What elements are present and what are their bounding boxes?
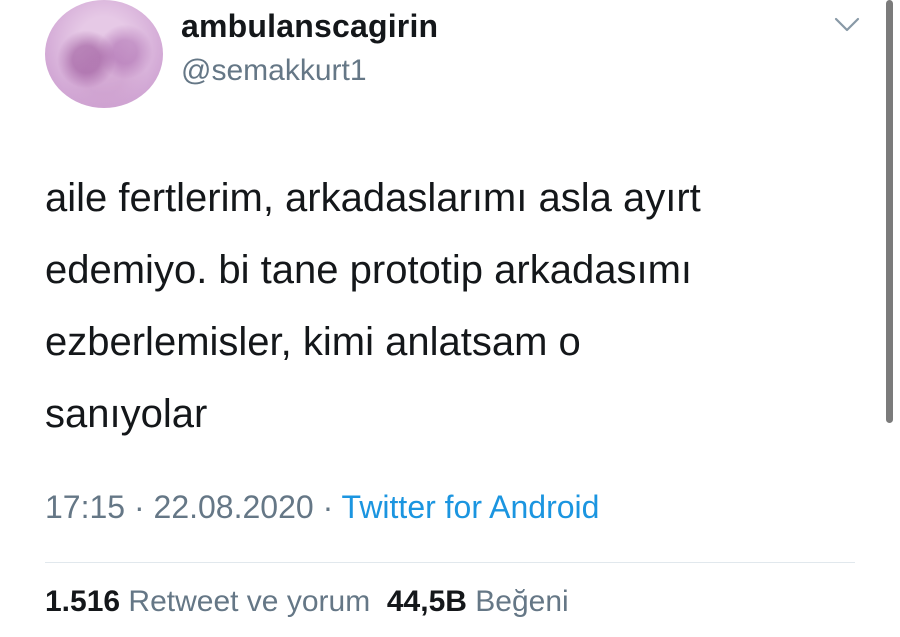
divider [45,562,855,563]
tweet-stats: 1.516 Retweet ve yorum 44,5B Beğeni [45,585,569,619]
scrollbar[interactable] [886,0,893,423]
chevron-down-icon[interactable] [832,14,862,36]
retweet-stat[interactable]: 1.516 Retweet ve yorum [45,585,370,618]
tweet-meta: 17:15 · 22.08.2020 · Twitter for Android [45,489,599,526]
tweet-line: ezberlemisler, kimi anlatsam o [45,320,581,364]
author-display-name[interactable]: ambulanscagirin [181,8,438,45]
retweet-count: 1.516 [45,585,121,618]
tweet-view: ambulanscagirin @semakkurt1 aile fertler… [0,0,900,637]
avatar[interactable] [45,0,163,108]
like-label: Beğeni [475,585,569,618]
tweet-line: edemiyo. bi tane prototip arkadasımı [45,248,693,292]
tweet-time[interactable]: 17:15 [45,489,125,525]
author-handle[interactable]: @semakkurt1 [181,54,367,88]
like-count: 44,5B [386,585,467,618]
tweet-date[interactable]: 22.08.2020 [154,489,314,525]
tweet-source-link[interactable]: Twitter for Android [342,489,600,525]
meta-separator: · [125,489,154,525]
retweet-label: Retweet ve yorum [128,585,371,618]
tweet-line: sanıyolar [45,392,208,436]
tweet-text: aile fertlerim, arkadaslarımı asla ayırt… [45,162,825,450]
like-stat[interactable]: 44,5B Beğeni [387,585,569,618]
meta-separator: · [313,489,342,525]
tweet-line: aile fertlerim, arkadaslarımı asla ayırt [45,176,701,220]
